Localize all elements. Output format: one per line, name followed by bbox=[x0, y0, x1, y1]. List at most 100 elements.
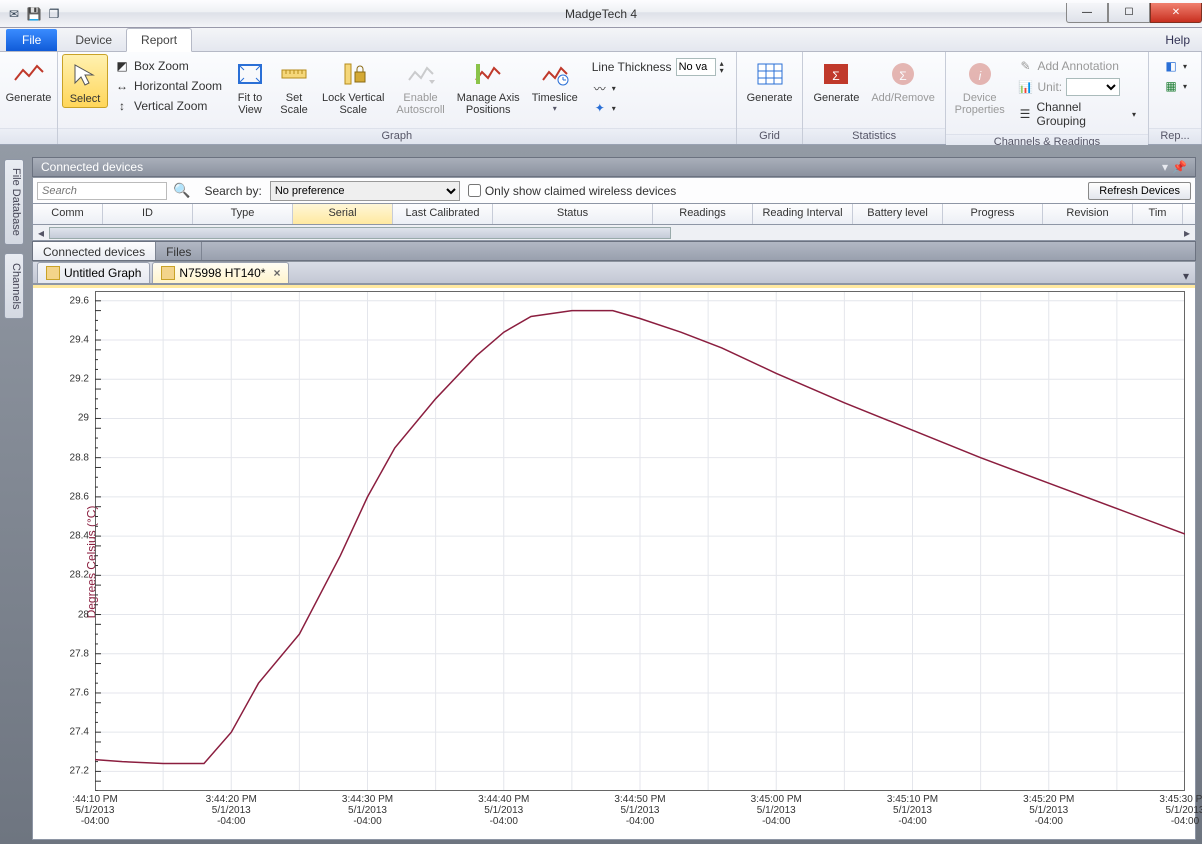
side-tab-file-database[interactable]: File Database bbox=[4, 159, 24, 245]
spinner-icon[interactable]: ▴▾ bbox=[720, 60, 724, 74]
help-link[interactable]: Help bbox=[1153, 29, 1202, 51]
grid-icon bbox=[754, 58, 786, 90]
sigma-icon: Σ bbox=[820, 58, 852, 90]
y-tick-label: 29.4 bbox=[70, 335, 89, 346]
graph-doc-icon bbox=[46, 266, 60, 280]
svg-text:Σ: Σ bbox=[899, 69, 906, 83]
only-claimed-checkbox[interactable]: Only show claimed wireless devices bbox=[468, 184, 676, 198]
tab-connected-devices[interactable]: Connected devices bbox=[33, 242, 156, 260]
generate-grid-button[interactable]: Generate bbox=[741, 54, 799, 106]
panel-pin-icon[interactable]: 📌 bbox=[1172, 160, 1187, 174]
y-tick-label: 28 bbox=[78, 609, 89, 620]
excel-icon: ▦ bbox=[1163, 78, 1179, 94]
generate-stats-button[interactable]: Σ Generate bbox=[807, 54, 865, 106]
add-remove-button[interactable]: Σ Add/Remove bbox=[865, 54, 941, 106]
unit-row[interactable]: 📊Unit: bbox=[1013, 76, 1140, 98]
plot-svg bbox=[95, 291, 1185, 791]
column-header[interactable]: Comm bbox=[33, 204, 103, 224]
qat-mail-icon[interactable]: ✉ bbox=[6, 6, 22, 22]
scroll-right-icon[interactable]: ▸ bbox=[1179, 226, 1195, 240]
report-tab[interactable]: Report bbox=[126, 28, 192, 52]
set-scale-button[interactable]: Set Scale bbox=[272, 54, 316, 118]
lock-vertical-scale-button[interactable]: Lock Vertical Scale bbox=[316, 54, 390, 118]
column-header[interactable]: Serial bbox=[293, 204, 393, 224]
devices-grid-header: CommIDTypeSerialLast CalibratedStatusRea… bbox=[32, 204, 1196, 225]
unit-select[interactable] bbox=[1066, 78, 1120, 96]
column-header[interactable]: Revision bbox=[1043, 204, 1133, 224]
enable-autoscroll-button[interactable]: Enable Autoscroll bbox=[390, 54, 450, 118]
graph-doc-icon bbox=[161, 266, 175, 280]
graph-tab-untitled[interactable]: Untitled Graph bbox=[37, 262, 150, 283]
vertical-zoom-button[interactable]: ↕Vertical Zoom bbox=[110, 96, 226, 116]
side-tab-channels[interactable]: Channels bbox=[4, 253, 24, 319]
x-tick-label: 3:45:20 PM5/1/2013-04:00 bbox=[1023, 791, 1074, 827]
qat-copy-icon[interactable]: ❐ bbox=[46, 6, 62, 22]
close-button[interactable]: ✕ bbox=[1150, 3, 1202, 23]
select-button[interactable]: Select bbox=[62, 54, 108, 108]
axis-positions-icon bbox=[472, 58, 504, 90]
x-tick-label: 3:45:00 PM5/1/2013-04:00 bbox=[751, 791, 802, 827]
channel-grouping-button[interactable]: ☰Channel Grouping ▾ bbox=[1013, 98, 1140, 130]
column-header[interactable]: Progress bbox=[943, 204, 1043, 224]
report-excel-button[interactable]: ▦▾ bbox=[1159, 76, 1191, 96]
column-header[interactable]: Tim bbox=[1133, 204, 1183, 224]
scroll-thumb[interactable] bbox=[49, 227, 671, 239]
add-annotation-button[interactable]: ✎Add Annotation bbox=[1013, 56, 1140, 76]
column-header[interactable]: Last Calibrated bbox=[393, 204, 493, 224]
file-tab[interactable]: File bbox=[6, 29, 57, 51]
refresh-devices-button[interactable]: Refresh Devices bbox=[1088, 182, 1191, 200]
manage-axis-positions-button[interactable]: Manage Axis Positions bbox=[451, 54, 526, 118]
group-label-statistics: Statistics bbox=[803, 128, 944, 144]
fit-to-view-button[interactable]: Fit to View bbox=[228, 54, 272, 118]
column-header[interactable]: Readings bbox=[653, 204, 753, 224]
ruler-icon bbox=[278, 58, 310, 90]
plot-area[interactable]: 27.227.427.627.82828.228.428.628.82929.2… bbox=[95, 291, 1185, 791]
chart-area: Degrees Celsius (°C) 27.227.427.627.8282… bbox=[32, 284, 1196, 840]
line-thickness-select[interactable] bbox=[676, 58, 716, 76]
column-header[interactable]: Battery level bbox=[853, 204, 943, 224]
device-tab[interactable]: Device bbox=[61, 29, 126, 51]
column-header[interactable]: ID bbox=[103, 204, 193, 224]
line-thickness-row[interactable]: Line Thickness ▴▾ bbox=[588, 56, 728, 78]
chart-icon bbox=[13, 58, 45, 90]
sigma-disabled-icon: Σ bbox=[887, 58, 919, 90]
scroll-left-icon[interactable]: ◂ bbox=[33, 226, 49, 240]
scroll-track[interactable] bbox=[49, 227, 1179, 239]
y-tick-label: 27.6 bbox=[70, 687, 89, 698]
x-tick-label: 3:45:30 PM5/1/2013-04:00 bbox=[1159, 791, 1202, 827]
y-tick-label: 27.4 bbox=[70, 727, 89, 738]
info-icon: i bbox=[964, 58, 996, 90]
device-properties-button[interactable]: i Device Properties bbox=[950, 54, 1010, 118]
graph-tabs-options-icon[interactable]: ▾ bbox=[1177, 269, 1195, 283]
minimize-button[interactable]: — bbox=[1066, 3, 1108, 23]
group-label-rep: Rep... bbox=[1149, 128, 1201, 144]
autoscroll-icon bbox=[405, 58, 437, 90]
svg-text:Σ: Σ bbox=[833, 69, 840, 83]
search-input[interactable] bbox=[37, 182, 167, 200]
marker-style-button[interactable]: ✦▾ bbox=[588, 98, 728, 118]
devices-hscroll[interactable]: ◂ ▸ bbox=[32, 225, 1196, 241]
horizontal-zoom-icon: ↔ bbox=[114, 78, 130, 94]
graph-tab-dataset[interactable]: N75998 HT140*× bbox=[152, 262, 289, 283]
group-label-graph: Graph bbox=[58, 128, 736, 144]
qat-save-icon[interactable]: 💾 bbox=[26, 6, 42, 22]
box-zoom-button[interactable]: ◩Box Zoom bbox=[110, 56, 226, 76]
maximize-button[interactable]: ☐ bbox=[1108, 3, 1150, 23]
lock-scale-icon bbox=[337, 58, 369, 90]
column-header[interactable]: Reading Interval bbox=[753, 204, 853, 224]
fit-view-icon bbox=[234, 58, 266, 90]
panel-dropdown-icon[interactable]: ▾ bbox=[1162, 160, 1168, 174]
line-style-button[interactable]: 〰▾ bbox=[588, 78, 728, 98]
timeslice-button[interactable]: Timeslice ▾ bbox=[526, 54, 584, 115]
column-header[interactable]: Status bbox=[493, 204, 653, 224]
tab-files[interactable]: Files bbox=[156, 242, 202, 260]
report-export-button[interactable]: ◧▾ bbox=[1159, 56, 1191, 76]
annotation-icon: ✎ bbox=[1017, 58, 1033, 74]
search-icon[interactable]: 🔍 bbox=[173, 182, 190, 199]
generate-button[interactable]: Generate bbox=[4, 54, 53, 106]
search-by-select[interactable]: No preference bbox=[270, 181, 460, 201]
horizontal-zoom-button[interactable]: ↔Horizontal Zoom bbox=[110, 76, 226, 96]
close-tab-icon[interactable]: × bbox=[273, 266, 280, 280]
x-tick-label: :44:10 PM5/1/2013-04:00 bbox=[72, 791, 118, 827]
column-header[interactable]: Type bbox=[193, 204, 293, 224]
